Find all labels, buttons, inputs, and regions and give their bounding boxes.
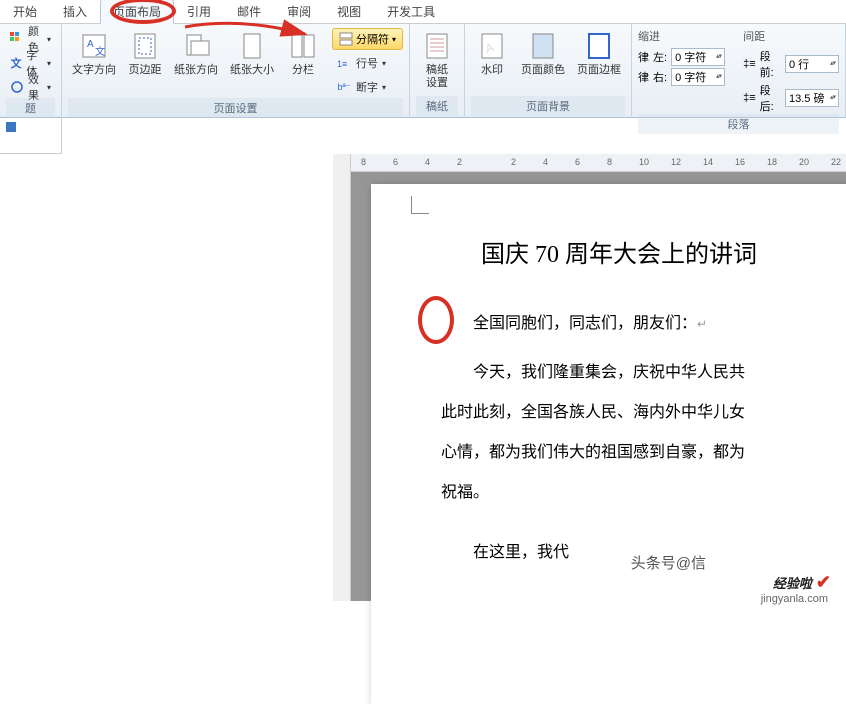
group-paper-label: 稿纸 <box>416 96 458 116</box>
fonts-icon: 文 <box>10 55 22 71</box>
paper-icon <box>421 30 453 62</box>
watermark-label: 水印 <box>481 64 503 77</box>
square-icon <box>6 122 16 132</box>
theme-effects-button[interactable]: 效果▾ <box>6 76 55 98</box>
watermark-logo: 经验啦✔ <box>773 572 831 593</box>
hyphen-icon: bª⁻ <box>336 79 352 95</box>
spacing-after-icon: ‡≡ <box>743 92 756 104</box>
ribbon-tabs: 开始 插入 页面布局 引用 邮件 审阅 视图 开发工具 <box>0 0 846 24</box>
tab-start[interactable]: 开始 <box>0 0 50 23</box>
watermark-button[interactable]: A 水印 <box>471 28 513 79</box>
doc-greeting[interactable]: 全国同胞们，同志们，朋友们：↵ <box>441 309 846 333</box>
doc-paragraph-4[interactable]: 祝福。 <box>441 473 846 513</box>
tab-insert[interactable]: 插入 <box>50 0 100 23</box>
indent-left-icon: 律 <box>638 49 649 65</box>
indent-block: 缩进 律左:0 字符 律右:0 字符 <box>638 28 725 86</box>
columns-label: 分栏 <box>292 64 314 77</box>
doc-paragraph-1[interactable]: 今天，我们隆重集会，庆祝中华人民共 <box>441 353 846 393</box>
indent-header: 缩进 <box>638 28 725 44</box>
text-direction-icon: A文 <box>78 30 110 62</box>
hyphenation-button[interactable]: bª⁻ 断字▾ <box>332 76 403 98</box>
page-border-icon <box>583 30 615 62</box>
breaks-label: 分隔符 <box>356 31 389 47</box>
spacing-before-icon: ‡≡ <box>743 58 756 70</box>
breaks-icon <box>339 32 353 46</box>
svg-text:文: 文 <box>95 45 105 58</box>
doc-paragraph-3[interactable]: 心情，都为我们伟大的祖国感到自豪，都为 <box>441 433 846 473</box>
group-page-setup: A文 文字方向 页边距 纸张方向 纸张大小 分栏 <box>62 24 410 118</box>
line-num-icon: 1≡ <box>336 55 352 71</box>
text-direction-button[interactable]: A文 文字方向 <box>68 28 120 79</box>
tab-references[interactable]: 引用 <box>174 0 224 23</box>
left-panel-row[interactable] <box>0 118 61 136</box>
indent-left-label: 左: <box>653 49 667 65</box>
tab-devtools[interactable]: 开发工具 <box>374 0 448 23</box>
columns-icon <box>287 30 319 62</box>
watermark-icon: A <box>476 30 508 62</box>
indent-right-icon: 律 <box>638 69 649 85</box>
group-page-background: A 水印 页面颜色 页面边框 页面背景 <box>465 24 632 118</box>
group-page-setup-label: 页面设置 <box>68 98 403 118</box>
spacing-after-label: 段后: <box>760 82 781 114</box>
indent-right-input[interactable]: 0 字符 <box>671 68 725 86</box>
spacing-before-input[interactable]: 0 行 <box>785 55 839 73</box>
colors-icon <box>10 31 24 47</box>
margin-corner-mark <box>411 196 429 214</box>
page-viewport[interactable]: 国庆 70 周年大会上的讲词 全国同胞们，同志们，朋友们：↵ 今天，我们隆重集会… <box>351 172 846 601</box>
group-paragraph: 缩进 律左:0 字符 律右:0 字符 间距 ‡≡ 段前:0 行 ‡≡ 段后:13.5… <box>632 24 846 118</box>
page-border-label: 页面边框 <box>577 64 621 77</box>
size-button[interactable]: 纸张大小 <box>226 28 278 79</box>
group-paper: 稿纸 设置 稿纸 <box>410 24 465 118</box>
text-direction-label: 文字方向 <box>72 64 116 77</box>
tab-mail[interactable]: 邮件 <box>224 0 274 23</box>
spacing-before-label: 段前: <box>760 48 781 80</box>
hyphen-label: 断字 <box>356 79 378 95</box>
tab-view[interactable]: 视图 <box>324 0 374 23</box>
spacing-header: 间距 <box>743 28 839 44</box>
svg-text:A: A <box>87 39 94 50</box>
size-label: 纸张大小 <box>230 64 274 77</box>
horizontal-ruler[interactable]: 8642 2468 10121416 182022 <box>351 154 846 172</box>
document-canvas: 8642 2468 10121416 182022 国庆 70 周年大会上的讲词… <box>0 154 846 601</box>
group-themes-label: 题 <box>6 98 55 118</box>
orientation-button[interactable]: 纸张方向 <box>170 28 222 79</box>
vertical-ruler[interactable] <box>333 154 351 601</box>
left-panel <box>0 118 62 154</box>
page-color-button[interactable]: 页面颜色 <box>517 28 569 79</box>
orientation-label: 纸张方向 <box>174 64 218 77</box>
columns-button[interactable]: 分栏 <box>282 28 324 79</box>
page-color-label: 页面颜色 <box>521 64 565 77</box>
group-page-bg-label: 页面背景 <box>471 96 625 116</box>
paper-setting-button[interactable]: 稿纸 设置 <box>416 28 458 92</box>
spacing-after-input[interactable]: 13.5 磅 <box>785 89 839 107</box>
paper-setting-label: 稿纸 设置 <box>426 64 448 90</box>
watermark-url: jingyanla.com <box>761 593 828 605</box>
indent-left-input[interactable]: 0 字符 <box>671 48 725 66</box>
tab-review[interactable]: 审阅 <box>274 0 324 23</box>
orientation-icon <box>180 30 212 62</box>
doc-paragraph-2[interactable]: 此时此刻，全国各族人民、海内外中华儿女 <box>441 393 846 433</box>
tab-page-layout[interactable]: 页面布局 <box>100 0 174 24</box>
margins-button[interactable]: 页边距 <box>124 28 166 79</box>
line-numbers-button[interactable]: 1≡ 行号▾ <box>332 52 403 74</box>
effects-icon <box>10 79 24 95</box>
breaks-button[interactable]: 分隔符▾ <box>332 28 403 50</box>
indent-right-label: 右: <box>653 69 667 85</box>
spacing-block: 间距 ‡≡ 段前:0 行 ‡≡ 段后:13.5 磅 <box>743 28 839 114</box>
page-border-button[interactable]: 页面边框 <box>573 28 625 79</box>
ribbon: 颜色▾ 文字体▾ 效果▾ 题 A文 文字方向 页边距 纸张方向 纸张大小 <box>0 24 846 118</box>
document-page[interactable]: 国庆 70 周年大会上的讲词 全国同胞们，同志们，朋友们：↵ 今天，我们隆重集会… <box>371 184 846 704</box>
margins-label: 页边距 <box>129 64 162 77</box>
group-themes: 颜色▾ 文字体▾ 效果▾ 题 <box>0 24 62 118</box>
svg-text:1≡: 1≡ <box>337 59 347 69</box>
page-color-icon <box>527 30 559 62</box>
margins-icon <box>129 30 161 62</box>
watermark-tagline: 头条号@信 <box>631 552 706 573</box>
group-paragraph-label: 段落 <box>638 114 839 134</box>
size-icon <box>236 30 268 62</box>
doc-title[interactable]: 国庆 70 周年大会上的讲词 <box>481 234 846 269</box>
line-num-label: 行号 <box>356 55 378 71</box>
